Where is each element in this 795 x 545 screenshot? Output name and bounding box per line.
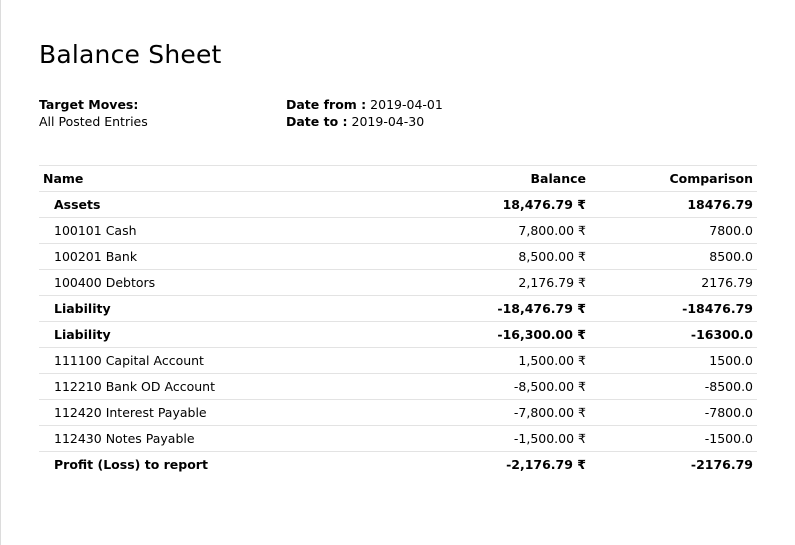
balance-cell: 7,800.00 ₹	[427, 217, 590, 244]
table-row: 111100 Capital Account 1,500.00 ₹1500.0	[39, 347, 757, 374]
balance-cell: -7,800.00 ₹	[427, 399, 590, 426]
table-row: 112210 Bank OD Account -8,500.00 ₹ -8500.0	[39, 373, 757, 400]
table-row: Liability -16,300.00 ₹ -16300.0	[39, 321, 757, 348]
table-row: 100201 Bank 8,500.00 ₹8500.0	[39, 243, 757, 270]
comparison-cell: 7800.0	[590, 217, 757, 244]
date-from-value: 2019-04-01	[370, 97, 443, 112]
balance-cell: -16,300.00 ₹	[427, 321, 590, 348]
date-to-value: 2019-04-30	[351, 114, 425, 129]
target-moves-filter: Target Moves: All Posted Entries	[39, 96, 148, 130]
page-left-border	[0, 0, 1, 545]
balance-cell: -2,176.79 ₹	[427, 451, 590, 477]
comparison-cell: -7800.0	[590, 399, 757, 426]
account-name-cell: Profit (Loss) to report	[39, 451, 427, 477]
date-to-label: Date to :	[286, 114, 348, 129]
account-name-cell: 100201 Bank	[39, 243, 427, 270]
balance-cell: 1,500.00 ₹	[427, 347, 590, 374]
date-to-line: Date to : 2019-04-30	[286, 113, 443, 130]
balance-cell: -8,500.00 ₹	[427, 373, 590, 400]
comparison-cell: -8500.0	[590, 373, 757, 400]
account-name-cell: 100400 Debtors	[39, 269, 427, 296]
balance-cell: -1,500.00 ₹	[427, 425, 590, 452]
table-row: Liability -18,476.79 ₹ -18476.79	[39, 295, 757, 322]
table-row: 112430 Notes Payable -1,500.00 ₹ -1500.0	[39, 425, 757, 452]
comparison-cell: -2176.79	[590, 451, 757, 477]
table-row: 100400 Debtors 2,176.79 ₹2176.79	[39, 269, 757, 296]
account-name-cell: Liability	[39, 321, 427, 348]
date-from-label: Date from :	[286, 97, 367, 112]
balance-cell: 8,500.00 ₹	[427, 243, 590, 270]
comparison-cell: -16300.0	[590, 321, 757, 348]
comparison-cell: -18476.79	[590, 295, 757, 322]
table-row: 112420 Interest Payable -7,800.00 ₹ -7800.…	[39, 399, 757, 426]
comparison-cell: -1500.0	[590, 425, 757, 452]
account-name-cell: Liability	[39, 295, 427, 322]
table-header: Name Balance Comparison	[39, 165, 757, 192]
comparison-column-header: Comparison	[590, 165, 757, 192]
account-name-cell: 112430 Notes Payable	[39, 425, 427, 452]
target-moves-label: Target Moves:	[39, 97, 139, 112]
date-from-line: Date from : 2019-04-01	[286, 96, 443, 113]
balance-sheet-table: Name Balance Comparison Assets 18,476.79 …	[39, 165, 757, 477]
table-row: Assets 18,476.79 ₹18476.79	[39, 191, 757, 218]
account-name-cell: 111100 Capital Account	[39, 347, 427, 374]
date-range-filter: Date from : 2019-04-01 Date to : 2019-04…	[286, 96, 443, 130]
table-header-row: Name Balance Comparison	[39, 165, 757, 192]
balance-cell: 2,176.79 ₹	[427, 269, 590, 296]
account-name-cell: 112210 Bank OD Account	[39, 373, 427, 400]
table-row: 100101 Cash 7,800.00 ₹7800.0	[39, 217, 757, 244]
comparison-cell: 8500.0	[590, 243, 757, 270]
account-name-cell: 112420 Interest Payable	[39, 399, 427, 426]
comparison-cell: 1500.0	[590, 347, 757, 374]
balance-column-header: Balance	[427, 165, 590, 192]
balance-cell: 18,476.79 ₹	[427, 191, 590, 218]
account-name-cell: Assets	[39, 191, 427, 218]
comparison-cell: 18476.79	[590, 191, 757, 218]
comparison-cell: 2176.79	[590, 269, 757, 296]
target-moves-value: All Posted Entries	[39, 114, 148, 129]
table-row: Profit (Loss) to report -2,176.79 ₹ -2176.…	[39, 451, 757, 477]
account-name-cell: 100101 Cash	[39, 217, 427, 244]
name-column-header: Name	[39, 165, 427, 192]
balance-cell: -18,476.79 ₹	[427, 295, 590, 322]
report-title: Balance Sheet	[39, 40, 222, 69]
table-body: Assets 18,476.79 ₹18476.79 100101 Cash 7,80…	[39, 191, 757, 477]
